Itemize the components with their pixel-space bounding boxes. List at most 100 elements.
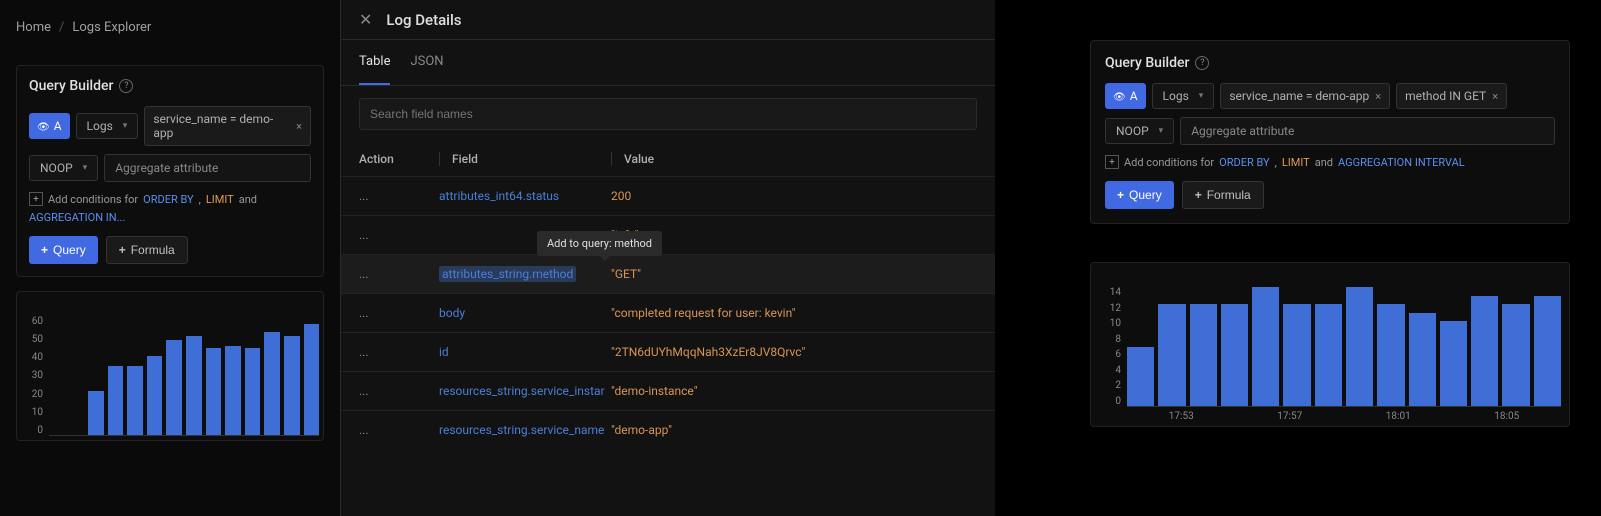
bar[interactable] bbox=[186, 336, 202, 435]
table-row[interactable]: ...attributes_int64.status 200 bbox=[341, 176, 995, 215]
table-header: Action Field Value bbox=[341, 142, 995, 176]
bar[interactable] bbox=[1502, 304, 1529, 406]
field-link[interactable]: attributes_string.method bbox=[439, 266, 576, 282]
col-action-header: Action bbox=[359, 152, 439, 166]
row-action[interactable]: ... bbox=[359, 345, 439, 359]
aggregator-select[interactable]: NOOP bbox=[29, 155, 98, 181]
order-by-link[interactable]: ORDER BY bbox=[1219, 156, 1270, 169]
close-icon[interactable]: × bbox=[1375, 90, 1381, 103]
field-link[interactable]: resources_string.service_instar bbox=[439, 384, 605, 398]
close-icon[interactable]: ✕ bbox=[359, 10, 372, 29]
row-field: body bbox=[439, 306, 611, 320]
filter-chip-method[interactable]: method IN GET × bbox=[1396, 83, 1507, 109]
bar[interactable] bbox=[1283, 304, 1310, 406]
formula-button[interactable]: Formula bbox=[1182, 181, 1264, 209]
tab-table[interactable]: Table bbox=[359, 40, 390, 85]
row-value: "completed request for user: kevin" bbox=[611, 306, 977, 320]
query-button[interactable]: Query bbox=[29, 236, 98, 264]
help-icon[interactable]: ? bbox=[119, 79, 133, 93]
query-badge-a[interactable]: A bbox=[1105, 83, 1146, 109]
breadcrumb: Home / Logs Explorer bbox=[16, 0, 324, 65]
bar[interactable] bbox=[1534, 296, 1561, 407]
bar[interactable] bbox=[264, 332, 280, 435]
aggregation-link[interactable]: AGGREGATION IN... bbox=[29, 211, 125, 224]
order-by-link[interactable]: ORDER BY bbox=[143, 193, 194, 206]
bar[interactable] bbox=[206, 348, 222, 435]
bar[interactable] bbox=[147, 356, 163, 435]
row-action[interactable]: ... bbox=[359, 384, 439, 398]
bar[interactable] bbox=[166, 340, 182, 435]
tab-json[interactable]: JSON bbox=[410, 40, 443, 85]
row-action[interactable]: ... bbox=[359, 267, 439, 281]
query-builder-title: Query Builder bbox=[29, 78, 113, 94]
limit-link[interactable]: LIMIT bbox=[206, 193, 234, 206]
plus-icon bbox=[41, 243, 48, 257]
bar[interactable] bbox=[1221, 304, 1248, 406]
bar[interactable] bbox=[1440, 321, 1467, 406]
field-link[interactable]: attributes_int64.status bbox=[439, 189, 559, 203]
row-action[interactable]: ... bbox=[359, 189, 439, 203]
row-value: 200 bbox=[611, 189, 977, 203]
table-row[interactable]: ...Add to query: method"info" bbox=[341, 215, 995, 254]
bar[interactable] bbox=[1346, 287, 1373, 406]
limit-link[interactable]: LIMIT bbox=[1282, 156, 1310, 169]
bar[interactable] bbox=[245, 348, 261, 435]
bar[interactable] bbox=[1471, 296, 1498, 407]
aggregation-link[interactable]: AGGREGATION INTERVAL bbox=[1338, 156, 1465, 169]
source-select[interactable]: Logs bbox=[76, 113, 139, 139]
eye-icon bbox=[37, 119, 50, 133]
close-icon[interactable]: × bbox=[1492, 90, 1498, 103]
breadcrumb-home[interactable]: Home bbox=[16, 20, 51, 35]
bar[interactable] bbox=[225, 346, 241, 435]
table-row[interactable]: ...resources_string.service_instar"demo-… bbox=[341, 371, 995, 410]
help-icon[interactable]: ? bbox=[1195, 56, 1209, 70]
plus-icon[interactable]: + bbox=[29, 192, 43, 206]
bar[interactable] bbox=[1190, 304, 1217, 406]
bars-right bbox=[1127, 287, 1561, 407]
filter-chip-service[interactable]: service_name = demo-app × bbox=[144, 106, 311, 146]
table-row[interactable]: ...attributes_string.method"GET" bbox=[341, 254, 995, 293]
tooltip: Add to query: method bbox=[537, 231, 662, 256]
field-link[interactable]: id bbox=[439, 345, 449, 359]
table-row[interactable]: ...resources_string.service_name"demo-ap… bbox=[341, 410, 995, 449]
query-button[interactable]: Query bbox=[1105, 181, 1174, 209]
source-select[interactable]: Logs bbox=[1152, 83, 1215, 109]
col-field-header: Field bbox=[439, 152, 611, 166]
query-badge-a[interactable]: A bbox=[29, 113, 70, 139]
filter-chip-service[interactable]: service_name = demo-app × bbox=[1220, 83, 1390, 109]
bar[interactable] bbox=[1127, 347, 1154, 407]
table-row[interactable]: ...id"2TN6dUYhMqqNah3XzEr8JV8Qrvc" bbox=[341, 332, 995, 371]
row-field: resources_string.service_name bbox=[439, 423, 611, 437]
plus-icon bbox=[1117, 188, 1124, 202]
field-link[interactable]: body bbox=[439, 306, 465, 320]
bar[interactable] bbox=[304, 324, 320, 435]
bar[interactable] bbox=[284, 336, 300, 435]
bar[interactable] bbox=[88, 391, 104, 435]
conditions-row: + Add conditions for ORDER BY, LIMIT and… bbox=[1105, 155, 1555, 169]
aggregate-input[interactable]: Aggregate attribute bbox=[104, 154, 311, 182]
search-input[interactable] bbox=[359, 98, 977, 130]
eye-icon bbox=[1113, 89, 1126, 103]
bar[interactable] bbox=[1409, 313, 1436, 407]
row-action[interactable]: ... bbox=[359, 228, 439, 242]
row-action[interactable]: ... bbox=[359, 423, 439, 437]
row-field: resources_string.service_instar bbox=[439, 384, 611, 398]
formula-button[interactable]: Formula bbox=[106, 236, 188, 264]
left-panel: Home / Logs Explorer Query Builder ? A L… bbox=[0, 0, 340, 516]
row-action[interactable]: ... bbox=[359, 306, 439, 320]
plus-icon[interactable]: + bbox=[1105, 155, 1119, 169]
aggregator-select[interactable]: NOOP bbox=[1105, 118, 1174, 144]
field-link[interactable]: resources_string.service_name bbox=[439, 423, 604, 437]
modal-tabs: Table JSON bbox=[341, 40, 995, 86]
bar[interactable] bbox=[127, 366, 143, 435]
table-row[interactable]: ...body "completed request for user: kevi… bbox=[341, 293, 995, 332]
bar[interactable] bbox=[1158, 304, 1185, 406]
log-details-modal: ✕ Log Details Table JSON Action Field Va… bbox=[340, 0, 995, 516]
breadcrumb-current[interactable]: Logs Explorer bbox=[72, 20, 151, 35]
bar[interactable] bbox=[1377, 304, 1404, 406]
aggregate-input[interactable]: Aggregate attribute bbox=[1180, 117, 1555, 145]
bar[interactable] bbox=[1315, 304, 1342, 406]
bar[interactable] bbox=[108, 366, 124, 435]
close-icon[interactable]: × bbox=[296, 120, 302, 133]
bar[interactable] bbox=[1252, 287, 1279, 406]
